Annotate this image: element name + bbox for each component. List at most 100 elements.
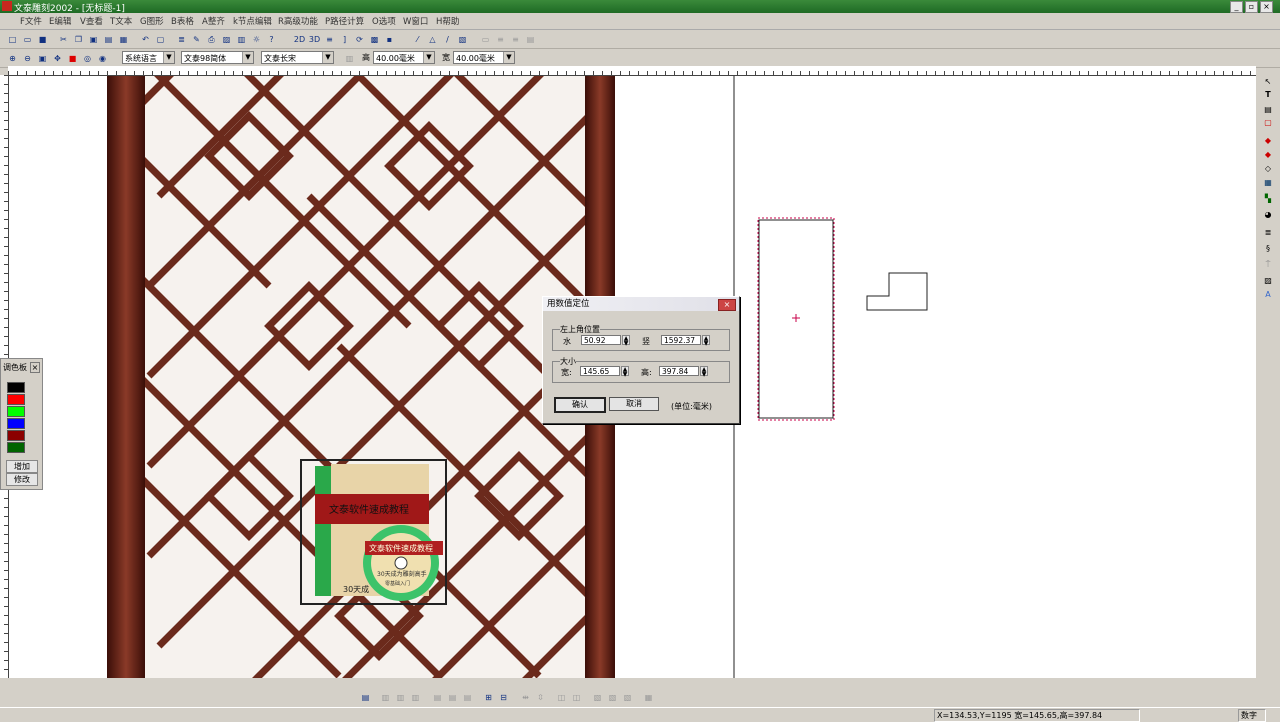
selected-rectangle[interactable] [757, 217, 835, 421]
menu-edit[interactable]: E编辑 [49, 15, 71, 27]
minimize-button[interactable]: _ [1230, 1, 1243, 13]
align-right-icon[interactable]: ▥ [408, 690, 423, 705]
palette-close-button[interactable]: × [30, 362, 40, 373]
dialog-close-button[interactable]: × [718, 299, 736, 311]
layer-tool-icon[interactable]: ▨ [1262, 275, 1274, 286]
width-input[interactable]: 145.65 [580, 366, 620, 376]
align-left-icon[interactable]: ▥ [378, 690, 393, 705]
copy-icon[interactable]: ❐ [71, 32, 86, 47]
stop-icon[interactable]: ■ [65, 51, 80, 66]
scan-icon[interactable]: ≣ [174, 32, 189, 47]
height-select[interactable]: 40.00毫米 ▼ [373, 51, 435, 64]
output-icon[interactable]: ▥ [234, 32, 249, 47]
select-arrow-icon[interactable]: ↖ [1262, 76, 1274, 87]
align-middle-icon[interactable]: ▤ [445, 690, 460, 705]
cut-icon[interactable]: ✂ [56, 32, 71, 47]
grid-align-icon[interactable]: ▦ [641, 690, 656, 705]
menu-text[interactable]: T文本 [110, 15, 132, 27]
zoom-page-icon[interactable]: ◎ [80, 51, 95, 66]
menu-path[interactable]: P路径计算 [325, 15, 364, 27]
rotate-icon[interactable]: ⟳ [352, 32, 367, 47]
swatch-darkred[interactable] [7, 430, 25, 441]
size-equal-2-icon[interactable]: ◫ [569, 690, 584, 705]
font-tool-icon[interactable]: ⍑ [1262, 259, 1274, 270]
align-top-icon[interactable]: ▤ [430, 690, 445, 705]
palette-tool-icon[interactable]: ▚ [1262, 193, 1274, 204]
distribute-h-icon[interactable]: ⇹ [518, 690, 533, 705]
ungroup-icon[interactable]: ⊟ [496, 690, 511, 705]
h-position-spinner[interactable]: ▲ ▼ [622, 335, 630, 347]
slash-icon[interactable]: / [440, 32, 455, 47]
align-bottom-icon[interactable]: ▤ [460, 690, 475, 705]
print-icon[interactable]: ⎙ [204, 32, 219, 47]
shape-icon[interactable]: ◇ [1262, 163, 1274, 174]
height-input[interactable]: 397.84 [659, 366, 699, 376]
paste-icon[interactable]: ▣ [86, 32, 101, 47]
paint-icon[interactable]: ◕ [1262, 209, 1274, 220]
bracket-icon[interactable]: ] [337, 32, 352, 47]
align-icon[interactable]: ≡ [322, 32, 337, 47]
grid-icon[interactable]: ▦ [116, 32, 131, 47]
list-icon[interactable]: ≣ [1262, 227, 1274, 238]
fill-icon[interactable]: ◆ [1262, 135, 1274, 146]
mode-3d-button[interactable]: 3D [307, 32, 322, 47]
edit-icon[interactable]: ✎ [189, 32, 204, 47]
fill-2-icon[interactable]: ◆ [1262, 149, 1274, 160]
width-spinner[interactable]: ▲ ▼ [621, 366, 629, 378]
ab-text-icon[interactable]: A [1262, 289, 1274, 300]
layers-icon[interactable]: ▩ [367, 32, 382, 47]
nodes-icon[interactable]: ▪ [382, 32, 397, 47]
language-select[interactable]: 系统语言 ▼ [122, 51, 175, 64]
palette-add-button[interactable]: 增加 [6, 460, 38, 473]
vertical-text-icon[interactable]: ▤ [1262, 104, 1274, 115]
zoom-fit-icon[interactable]: ▣ [35, 51, 50, 66]
v-position-spinner[interactable]: ▲ ▼ [702, 335, 710, 347]
palette-edit-button[interactable]: 修改 [6, 473, 38, 486]
menu-view[interactable]: V查看 [80, 15, 103, 27]
line-tool-icon[interactable]: ⁄ [410, 32, 425, 47]
undo-icon[interactable]: ↶ [138, 32, 153, 47]
open-folder-icon[interactable]: ▭ [20, 32, 35, 47]
width-select[interactable]: 40.00毫米 ▼ [453, 51, 515, 64]
preview-icon[interactable]: ▨ [219, 32, 234, 47]
clipboard-icon[interactable]: ▤ [101, 32, 116, 47]
menu-window[interactable]: W窗口 [403, 15, 428, 27]
space-2-icon[interactable]: ▧ [605, 690, 620, 705]
menu-file[interactable]: F文件 [20, 15, 42, 27]
space-icon[interactable]: ▧ [590, 690, 605, 705]
menu-options[interactable]: O选项 [372, 15, 396, 27]
menu-help[interactable]: H帮助 [436, 15, 459, 27]
close-button[interactable]: × [1260, 1, 1273, 13]
redo-icon[interactable]: ▢ [153, 32, 168, 47]
restore-button[interactable]: ▫ [1245, 1, 1258, 13]
swatch-black[interactable] [7, 382, 25, 393]
menu-table[interactable]: B表格 [171, 15, 194, 27]
triangle-icon[interactable]: △ [425, 32, 440, 47]
v-position-input[interactable]: 1592.37 [661, 335, 701, 345]
table-tool-icon[interactable]: ▦ [1262, 177, 1274, 188]
menu-graphics[interactable]: G图形 [140, 15, 164, 27]
zoom-all-icon[interactable]: ◉ [95, 51, 110, 66]
group-icon[interactable]: ⊞ [481, 690, 496, 705]
rect-tool-icon[interactable]: ▢ [1262, 117, 1274, 128]
text-tool-icon[interactable]: T [1262, 89, 1274, 100]
font-style-icon[interactable]: ▥ [342, 51, 357, 66]
frame-icon[interactable]: ▧ [455, 32, 470, 47]
space-3-icon[interactable]: ▧ [620, 690, 635, 705]
page-icon[interactable]: ▤ [358, 690, 373, 705]
scissors-icon[interactable]: § [1262, 243, 1274, 254]
pan-icon[interactable]: ✥ [50, 51, 65, 66]
font-select-2[interactable]: 文泰长宋 ▼ [261, 51, 334, 64]
bulb-icon[interactable]: ☼ [249, 32, 264, 47]
swatch-blue[interactable] [7, 418, 25, 429]
ok-button[interactable]: 确认 [554, 397, 606, 413]
swatch-red[interactable] [7, 394, 25, 405]
new-file-icon[interactable]: □ [5, 32, 20, 47]
swatch-darkgreen[interactable] [7, 442, 25, 453]
cancel-button[interactable]: 取消 [609, 397, 659, 411]
distribute-v-icon[interactable]: ⇳ [533, 690, 548, 705]
menu-node-edit[interactable]: k节点编辑 [233, 15, 272, 27]
size-equal-icon[interactable]: ◫ [554, 690, 569, 705]
help-icon[interactable]: ? [264, 32, 279, 47]
zoom-in-icon[interactable]: ⊕ [5, 51, 20, 66]
